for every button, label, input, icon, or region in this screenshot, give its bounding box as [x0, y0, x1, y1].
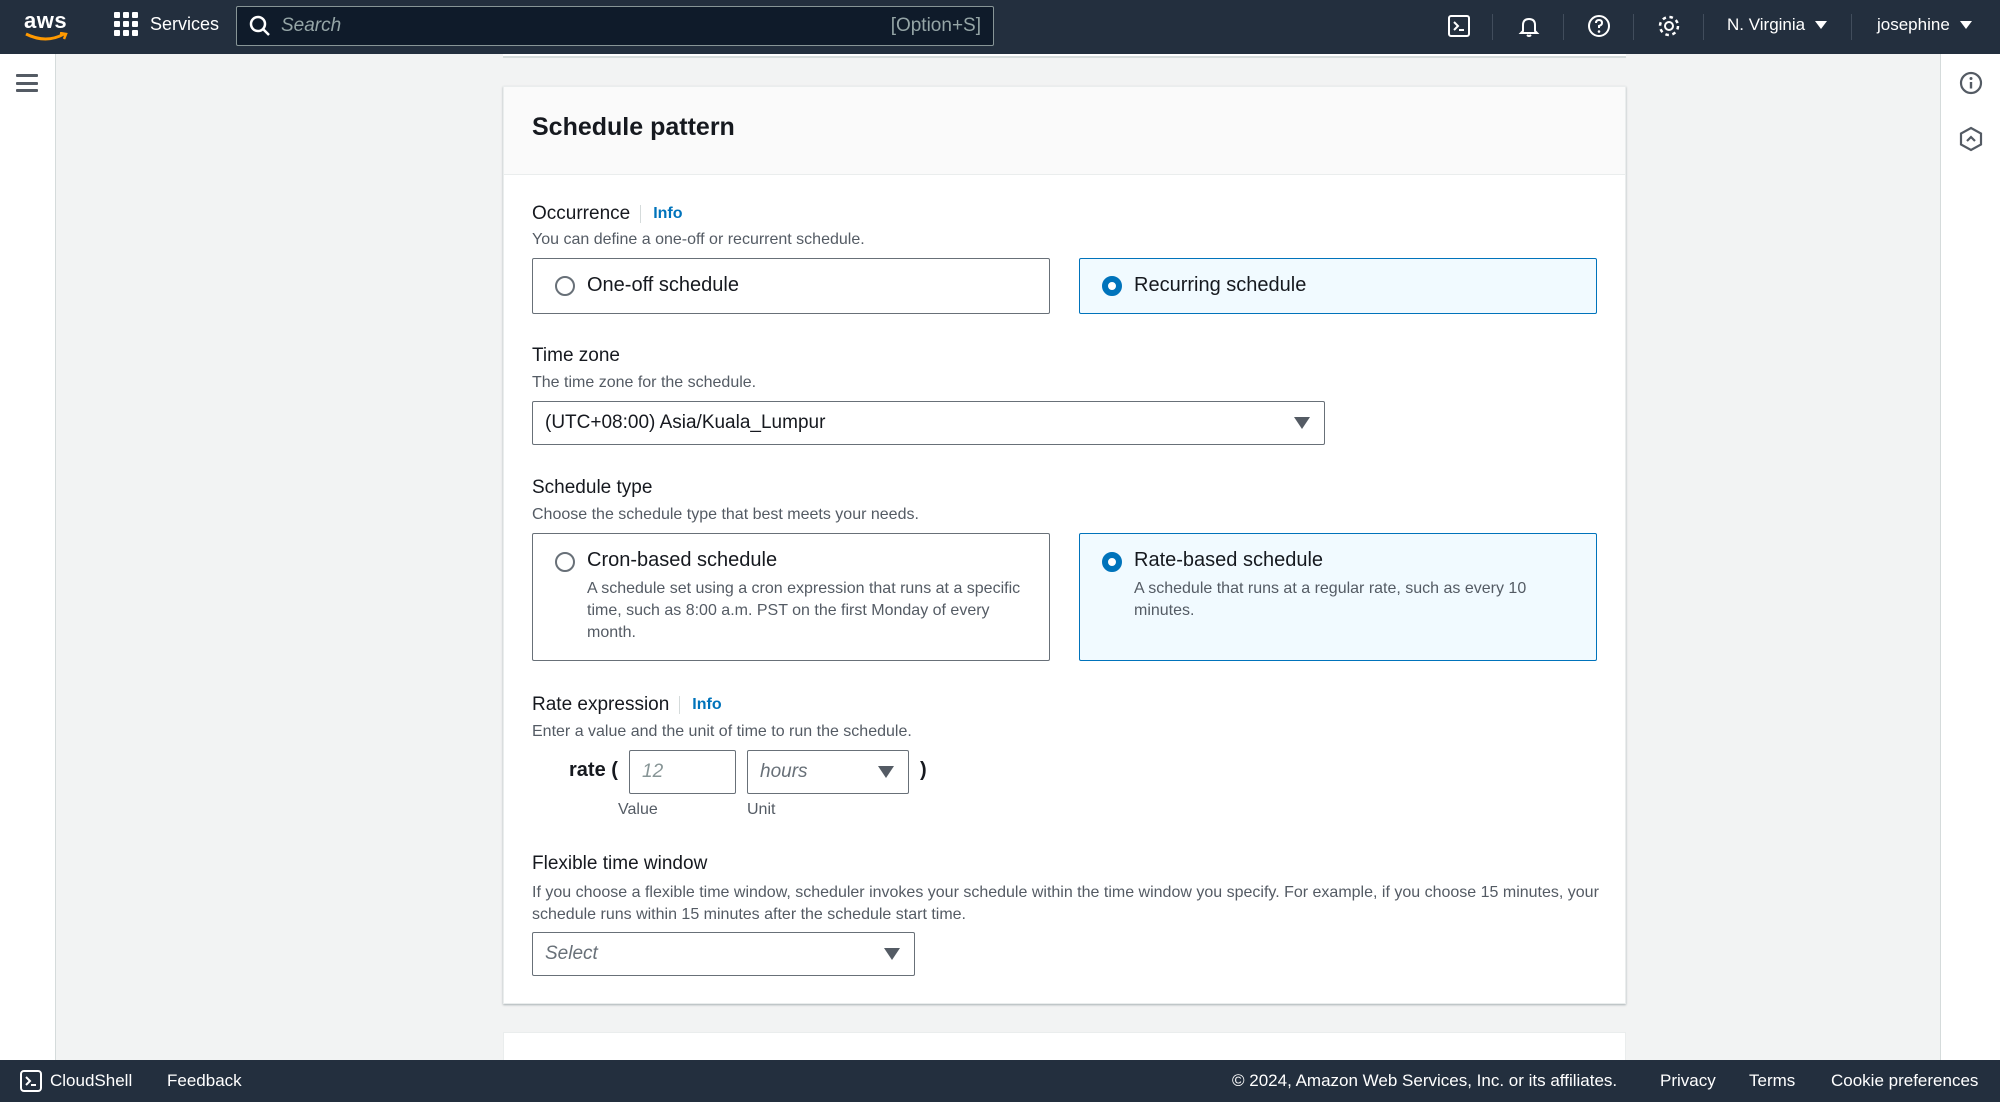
nav-divider	[1851, 14, 1852, 40]
flexible-window-select[interactable]: Select	[532, 932, 915, 976]
rate-value-input[interactable]	[629, 750, 736, 794]
hexagon-icon[interactable]	[1958, 126, 1984, 152]
search-box[interactable]: [Option+S]	[236, 6, 994, 46]
left-rail	[0, 54, 56, 1060]
timezone-value: (UTC+08:00) Asia/Kuala_Lumpur	[545, 412, 826, 433]
radio-button-selected[interactable]	[1102, 276, 1122, 296]
one-off-schedule-option[interactable]: One-off schedule	[532, 258, 1050, 314]
nav-divider	[1563, 14, 1564, 40]
radio-button[interactable]	[555, 552, 575, 572]
user-label: josephine	[1877, 15, 1950, 34]
rate-expression-label-row: Rate expression Info	[532, 694, 722, 716]
bell-icon[interactable]	[1516, 13, 1542, 39]
rate-expression-description: Enter a value and the unit of time to ru…	[532, 723, 912, 740]
cron-based-schedule-description: A schedule set using a cron expression t…	[587, 580, 1021, 641]
occurrence-label: Occurrence	[532, 203, 631, 224]
caret-down-icon	[1959, 21, 1972, 29]
radio-button-selected[interactable]	[1102, 552, 1122, 572]
cookie-preferences-link[interactable]: Cookie preferences	[1831, 1071, 1978, 1091]
cloudshell-icon	[20, 1070, 42, 1092]
services-menu[interactable]: Services	[114, 12, 219, 36]
occurrence-info-link[interactable]: Info	[640, 205, 683, 223]
rate-unit-caption: Unit	[747, 801, 776, 818]
privacy-link[interactable]: Privacy	[1660, 1071, 1716, 1091]
caret-down-icon	[884, 948, 900, 960]
radio-button[interactable]	[555, 276, 575, 296]
occurrence-label-row: Occurrence Info	[532, 203, 683, 225]
nav-divider	[1492, 14, 1493, 40]
right-rail	[1940, 54, 2000, 1060]
feedback-link[interactable]: Feedback	[167, 1071, 242, 1091]
rate-unit-select[interactable]: hours	[747, 750, 909, 794]
schedule-type-description: Choose the schedule type that best meets…	[532, 506, 919, 523]
one-off-schedule-label: One-off schedule	[587, 274, 739, 296]
aws-logo-text: aws	[24, 8, 68, 33]
flexible-window-placeholder: Select	[545, 943, 598, 964]
nav-divider	[1703, 14, 1704, 40]
rate-prefix: rate (	[569, 759, 618, 781]
schedule-type-label: Schedule type	[532, 477, 653, 498]
timezone-description: The time zone for the schedule.	[532, 374, 757, 391]
panel-title: Schedule pattern	[532, 113, 735, 141]
rate-based-schedule-title: Rate-based schedule	[1134, 549, 1324, 571]
recurring-schedule-label: Recurring schedule	[1134, 274, 1307, 296]
timezone-label: Time zone	[532, 345, 620, 366]
copyright-text: © 2024, Amazon Web Services, Inc. or its…	[1232, 1071, 1618, 1090]
gear-icon[interactable]	[1656, 13, 1682, 39]
rate-expression-label: Rate expression	[532, 694, 670, 715]
search-icon	[249, 15, 270, 36]
top-navigation: aws Services [Option+S] N. Virginia	[0, 0, 2000, 54]
rate-value-caption: Value	[618, 801, 658, 818]
rate-expression-info-link[interactable]: Info	[679, 696, 722, 714]
caret-down-icon	[878, 766, 894, 778]
rate-suffix: )	[920, 759, 927, 781]
flexible-window-label: Flexible time window	[532, 853, 708, 874]
cloudshell-label: CloudShell	[50, 1071, 133, 1090]
cron-based-schedule-option[interactable]: Cron-based schedule A schedule set using…	[532, 533, 1050, 661]
flexible-window-description: If you choose a flexible time window, sc…	[532, 884, 1599, 923]
footer: CloudShell Feedback © 2024, Amazon Web S…	[0, 1060, 2000, 1102]
region-label: N. Virginia	[1727, 15, 1806, 34]
occurrence-description: You can define a one-off or recurrent sc…	[532, 231, 865, 248]
caret-down-icon	[1815, 21, 1828, 29]
terms-link[interactable]: Terms	[1749, 1071, 1795, 1091]
search-input[interactable]	[281, 15, 891, 37]
rate-based-schedule-description: A schedule that runs at a regular rate, …	[1134, 580, 1527, 619]
panel-header: Schedule pattern	[504, 87, 1625, 175]
rate-based-schedule-option[interactable]: Rate-based schedule A schedule that runs…	[1079, 533, 1597, 661]
cron-based-schedule-title: Cron-based schedule	[587, 549, 778, 571]
services-label: Services	[150, 13, 220, 34]
nav-divider	[1633, 14, 1634, 40]
cloudshell-button[interactable]: CloudShell	[20, 1070, 132, 1092]
user-menu[interactable]: josephine	[1877, 15, 1972, 35]
timezone-select[interactable]: (UTC+08:00) Asia/Kuala_Lumpur	[532, 401, 1325, 445]
search-shortcut: [Option+S]	[890, 15, 981, 36]
menu-icon[interactable]	[16, 74, 38, 92]
aws-logo[interactable]: aws	[22, 8, 70, 44]
schedule-pattern-panel: Schedule pattern Occurrence Info You can…	[503, 86, 1626, 1004]
cloudshell-icon[interactable]	[1446, 13, 1472, 39]
help-icon[interactable]	[1586, 13, 1612, 39]
info-icon[interactable]	[1958, 70, 1984, 96]
region-selector[interactable]: N. Virginia	[1727, 15, 1828, 35]
rate-unit-value: hours	[760, 761, 808, 782]
grid-icon	[114, 12, 138, 36]
recurring-schedule-option[interactable]: Recurring schedule	[1079, 258, 1597, 314]
caret-down-icon	[1294, 417, 1310, 429]
previous-panel-edge	[503, 54, 1626, 58]
aws-smile-icon	[25, 32, 68, 41]
